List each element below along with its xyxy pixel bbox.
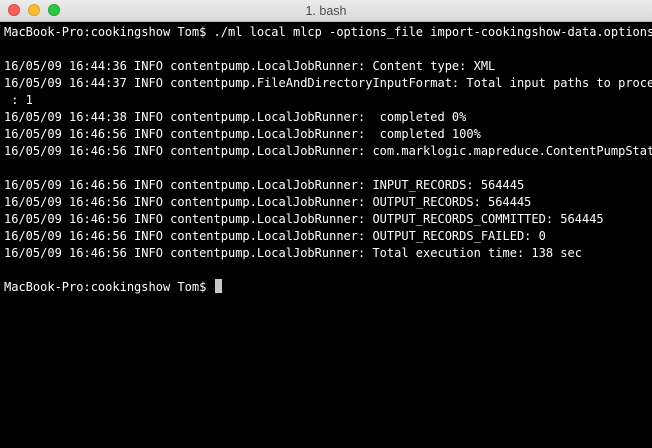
shell-prompt: MacBook-Pro:cookingshow Tom$ [4,280,214,294]
terminal-line: : 1 [4,93,33,107]
terminal-line: 16/05/09 16:46:56 INFO contentpump.Local… [4,212,604,226]
terminal-line: 16/05/09 16:46:56 INFO contentpump.Local… [4,144,652,158]
terminal-line: 16/05/09 16:44:38 INFO contentpump.Local… [4,110,467,124]
title-bar[interactable]: 1. bash [0,0,652,22]
terminal-line: 16/05/09 16:44:37 INFO contentpump.FileA… [4,76,652,90]
terminal-line: 16/05/09 16:44:36 INFO contentpump.Local… [4,59,496,73]
terminal-line: MacBook-Pro:cookingshow Tom$ ./ml local … [4,25,652,39]
terminal-window: 1. bash MacBook-Pro:cookingshow Tom$ ./m… [0,0,652,448]
terminal-line: 16/05/09 16:46:56 INFO contentpump.Local… [4,178,525,192]
window-title: 1. bash [305,4,347,18]
terminal-line: 16/05/09 16:46:56 INFO contentpump.Local… [4,127,481,141]
terminal-output[interactable]: MacBook-Pro:cookingshow Tom$ ./ml local … [4,24,652,444]
terminal-line: 16/05/09 16:46:56 INFO contentpump.Local… [4,195,532,209]
terminal-line: 16/05/09 16:46:56 INFO contentpump.Local… [4,229,546,243]
terminal-line: 16/05/09 16:46:56 INFO contentpump.Local… [4,246,582,260]
prompt-line[interactable]: MacBook-Pro:cookingshow Tom$ [4,279,648,296]
text-cursor [214,279,222,293]
